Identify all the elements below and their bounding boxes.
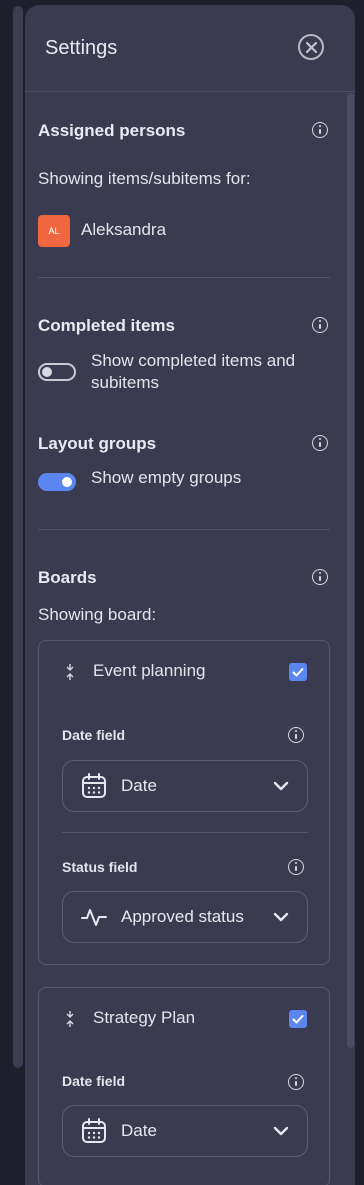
board-card: Strategy Plan Date field Date: [38, 987, 330, 1185]
status-field-label: Status field: [62, 859, 138, 875]
check-icon: [292, 668, 304, 677]
activity-icon: [81, 909, 107, 926]
completed-toggle-label-line1: Show completed items and: [91, 351, 296, 370]
board-name: Strategy Plan: [93, 1008, 196, 1027]
info-icon[interactable]: [312, 122, 328, 138]
calendar-icon: [82, 1118, 106, 1143]
scrollbar[interactable]: [347, 93, 354, 1048]
toggle-knob: [62, 477, 72, 487]
date-field-value: Date: [121, 776, 157, 795]
chevron-down-icon: [273, 1126, 289, 1136]
drag-handle-icon[interactable]: [65, 1010, 75, 1028]
board-checkbox[interactable]: [289, 1010, 307, 1028]
info-icon[interactable]: [312, 317, 328, 333]
calendar-icon: [82, 773, 106, 798]
completed-items-toggle[interactable]: [38, 363, 76, 381]
board-card: Event planning Date field Date Status fi…: [38, 640, 330, 965]
status-field-value: Approved status: [121, 907, 244, 926]
status-field-dropdown[interactable]: Approved status: [62, 891, 308, 943]
layout-groups-title: Layout groups: [38, 434, 157, 453]
settings-panel: Settings Assigned persons Showing items/…: [25, 5, 355, 1185]
toggle-knob: [42, 367, 52, 377]
left-rail: [13, 6, 23, 1068]
completed-toggle-label-line2: subitems: [91, 373, 160, 392]
divider: [38, 277, 330, 278]
check-icon: [292, 1015, 304, 1024]
close-icon: [305, 41, 317, 53]
person-name: Aleksandra: [81, 220, 167, 239]
assigned-showing-label: Showing items/subitems for:: [38, 169, 251, 188]
divider: [62, 832, 308, 833]
divider: [38, 529, 330, 530]
info-icon[interactable]: [312, 435, 328, 451]
date-field-label: Date field: [62, 727, 126, 743]
date-field-dropdown[interactable]: Date: [62, 760, 308, 812]
date-field-label: Date field: [62, 1073, 126, 1089]
panel-title: Settings: [45, 37, 118, 59]
info-icon[interactable]: [288, 1074, 304, 1090]
avatar: AL: [38, 215, 70, 247]
date-field-value: Date: [121, 1121, 157, 1140]
empty-groups-label: Show empty groups: [91, 468, 242, 487]
completed-toggle-label: Show completed items and subitems: [91, 350, 295, 394]
chevron-down-icon: [273, 912, 289, 922]
date-field-dropdown[interactable]: Date: [62, 1105, 308, 1157]
completed-items-title: Completed items: [38, 316, 175, 335]
chevron-down-icon: [273, 781, 289, 791]
drag-handle-icon[interactable]: [65, 663, 75, 681]
panel-header: Settings: [25, 5, 355, 92]
info-icon[interactable]: [312, 569, 328, 585]
info-icon[interactable]: [288, 727, 304, 743]
close-button[interactable]: [298, 34, 324, 60]
info-icon[interactable]: [288, 859, 304, 875]
empty-groups-toggle[interactable]: [38, 473, 76, 491]
board-checkbox[interactable]: [289, 663, 307, 681]
boards-showing-label: Showing board:: [38, 605, 157, 624]
assigned-persons-title: Assigned persons: [38, 121, 186, 140]
boards-title: Boards: [38, 568, 97, 587]
board-name: Event planning: [93, 661, 206, 680]
